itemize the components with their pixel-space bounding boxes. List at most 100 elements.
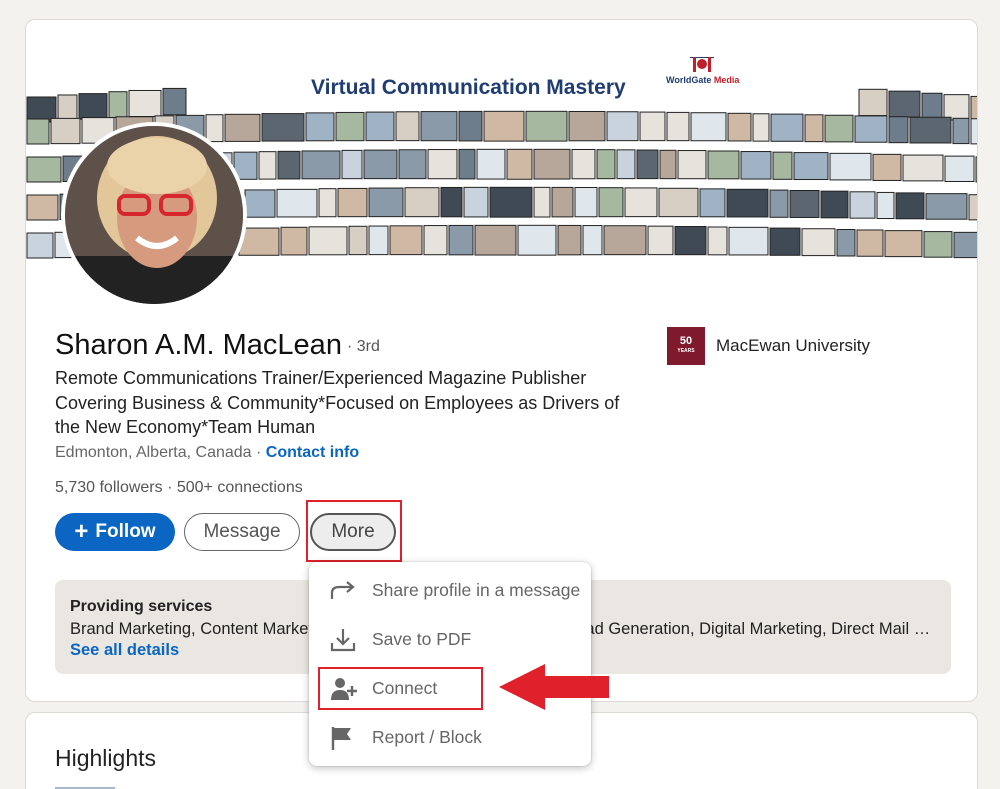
banner-thumbnail — [769, 227, 801, 256]
banner-thumbnail — [598, 187, 624, 218]
share-arrow-icon — [330, 580, 355, 599]
education-name: MacEwan University — [716, 336, 870, 355]
banner-thumbnail — [836, 229, 856, 257]
flag-icon — [331, 726, 351, 750]
menu-item-report-block[interactable]: Report / Block — [309, 713, 591, 762]
macewan-logo: 50 YEARS — [667, 327, 705, 365]
banner-thumbnail — [404, 187, 440, 218]
red-arrow-icon — [499, 664, 609, 710]
banner-thumbnail — [659, 149, 677, 180]
banner-thumbnail — [162, 87, 187, 116]
profile-name: Sharon A.M. MacLean — [55, 329, 342, 361]
profile-headline: Remote Communications Trainer/Experience… — [55, 368, 620, 437]
message-button[interactable]: Message — [184, 513, 300, 551]
banner-thumbnail — [108, 91, 128, 119]
avatar-image — [65, 126, 243, 304]
banner-thumbnail — [804, 114, 824, 143]
banner-thumbnail — [423, 225, 448, 256]
followers-count[interactable]: 5,730 followers — [55, 479, 163, 496]
connection-degree: · 3rd — [347, 338, 380, 355]
banner-thumbnail — [427, 149, 458, 180]
banner-thumbnail — [707, 150, 740, 180]
education-entry[interactable]: 50 YEARS MacEwan University — [667, 327, 870, 365]
banner-thumbnail — [636, 149, 659, 180]
banner-thumbnail — [854, 115, 888, 143]
location-text: Edmonton, Alberta, Canada — [55, 444, 252, 461]
banner-thumbnail — [943, 94, 970, 121]
banner-thumbnail — [606, 111, 639, 142]
banner-thumbnail — [395, 111, 420, 142]
profile-avatar[interactable] — [61, 122, 247, 308]
banner-thumbnail — [888, 116, 909, 144]
banner-thumbnail — [888, 90, 921, 118]
banner-thumbnail — [674, 225, 707, 256]
banner-thumbnail — [26, 156, 62, 183]
menu-item-share-profile[interactable]: Share profile in a message — [309, 566, 591, 615]
menu-item-label: Share profile in a message — [372, 580, 581, 600]
banner-thumbnail — [26, 194, 59, 221]
banner-thumbnail — [647, 225, 674, 256]
banner-thumbnail — [582, 225, 603, 256]
plus-icon: + — [74, 518, 89, 545]
banner-thumbnail — [368, 187, 404, 218]
edu-logo-bottom: YEARS — [677, 348, 695, 354]
menu-item-save-pdf[interactable]: Save to PDF — [309, 615, 591, 664]
banner-thumbnail — [318, 188, 337, 218]
banner-brand: WorldGate Media — [666, 75, 739, 85]
banner-thumbnail — [78, 93, 108, 120]
banner-thumbnail — [280, 226, 308, 256]
banner-thumbnail — [603, 225, 647, 256]
banner-thumbnail — [57, 94, 78, 121]
banner-thumbnail — [440, 186, 463, 218]
banner-thumbnail — [770, 113, 804, 142]
banner-thumbnail — [533, 186, 551, 218]
banner-thumbnail — [707, 226, 728, 256]
banner-thumbnail — [448, 224, 474, 256]
follow-button[interactable]: + Follow — [55, 513, 175, 551]
banner-thumbnail — [476, 148, 506, 180]
contact-info-link[interactable]: Contact info — [266, 444, 359, 461]
banner-thumbnail — [639, 111, 666, 142]
banner-thumbnail — [824, 114, 854, 143]
banner-thumbnail — [368, 225, 389, 256]
banner-thumbnail — [596, 149, 616, 180]
connections-count: · 500+ connections — [162, 479, 303, 496]
banner-thumbnail — [909, 116, 952, 144]
profile-stats: 5,730 followers · 500+ connections — [55, 479, 303, 497]
banner-thumbnail — [975, 156, 977, 183]
banner-thumbnail — [301, 150, 341, 180]
banner-thumbnail — [337, 187, 368, 218]
banner-thumbnail — [677, 150, 707, 180]
banner-thumbnail — [365, 111, 395, 142]
see-all-details-link[interactable]: See all details — [70, 641, 179, 660]
banner-title: Virtual Communication Mastery — [311, 76, 626, 99]
banner-thumbnail — [944, 155, 975, 182]
profile-location: Edmonton, Alberta, Canada · Contact info — [55, 444, 359, 462]
edu-logo-top: 50 — [679, 335, 693, 347]
banner-thumbnail — [953, 231, 977, 259]
banner-thumbnail — [244, 189, 276, 218]
follow-label: Follow — [95, 521, 156, 542]
banner-thumbnail — [398, 149, 427, 180]
banner-brand-a: WorldGate — [666, 75, 712, 85]
banner-thumbnail — [363, 149, 398, 180]
banner-thumbnail — [752, 113, 770, 142]
banner-thumbnail — [525, 110, 568, 142]
banner-thumbnail — [517, 224, 557, 256]
banner-thumbnail — [276, 188, 318, 218]
banner-thumbnail — [829, 152, 872, 181]
banner-thumbnail — [923, 231, 953, 258]
banner-thumbnail — [856, 229, 884, 257]
banner-thumbnail — [876, 191, 895, 220]
banner-thumbnail — [801, 228, 836, 257]
banner-brand-b: Media — [711, 75, 740, 85]
banner-thumbnail — [727, 112, 752, 142]
banner-thumbnail — [858, 88, 888, 117]
banner-thumbnail — [872, 153, 902, 181]
banner-thumbnail — [769, 189, 789, 218]
banner-thumbnail — [420, 111, 458, 142]
banner-thumbnail — [699, 188, 726, 218]
highlights-title: Highlights — [55, 745, 156, 771]
banner-thumbnail — [305, 112, 335, 142]
banner-thumbnail — [26, 232, 54, 259]
